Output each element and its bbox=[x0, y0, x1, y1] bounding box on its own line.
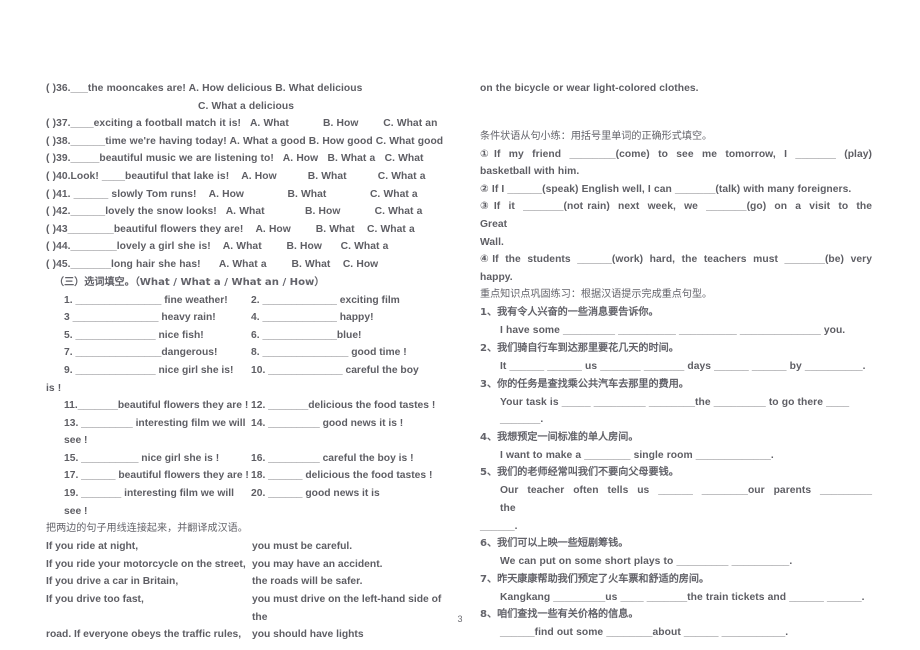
conditional-item-3-line1: ③ If it _______(not rain) next week, we … bbox=[480, 198, 872, 233]
fill-blank-item-10: 10. _____________ careful the boy bbox=[251, 364, 419, 376]
matching-right-5: you should have lights bbox=[252, 629, 364, 641]
two-column-layout: ( )36.___the mooncakes are! A. How delic… bbox=[46, 80, 880, 644]
fill-blank-row: 19. _______ interesting film we will see… bbox=[46, 485, 446, 520]
fill-blank-item-16: 16. _________ careful the boy is ! bbox=[251, 452, 414, 464]
fill-blank-item-12: 12. _______delicious the food tastes ! bbox=[251, 400, 436, 412]
fill-blank-item-18: 18. ______ delicious the food tastes ! bbox=[251, 470, 433, 482]
fill-blank-item-6: 6. _____________blue! bbox=[251, 329, 362, 341]
matching-row: If you ride your motorcycle on the stree… bbox=[46, 556, 446, 574]
fill-blank-item-17: 17. ______ beautiful flowers they are ! bbox=[64, 470, 249, 482]
translation-item-5-english: Our teacher often tells us ______ ______… bbox=[500, 485, 879, 514]
mc-question-38: ( )38.______time we're having today! A. … bbox=[46, 135, 444, 147]
carryover-sentence: on the bicycle or wear light-colored clo… bbox=[480, 83, 699, 94]
worksheet-page: ( )36.___the mooncakes are! A. How delic… bbox=[0, 0, 920, 650]
fill-blank-row: 3 _______________ heavy rain! 4. _______… bbox=[46, 309, 446, 327]
fill-blank-item-9: 9. ______________ nice girl she is! bbox=[64, 364, 234, 376]
fill-blank-item-4: 4. _____________ happy! bbox=[251, 312, 374, 324]
mc-question-40: ( )40.Look! ____beautiful that lake is! … bbox=[46, 170, 426, 182]
matching-left-1: If you ride at night, bbox=[46, 541, 139, 553]
fill-blank-item-5: 5. ______________ nice fish! bbox=[64, 329, 204, 341]
matching-right-3: the roads will be safer. bbox=[252, 576, 363, 588]
fill-blank-item-10-wrap: is ! bbox=[46, 382, 62, 394]
conditional-item-1-text: If my friend ________(come) to see me to… bbox=[494, 148, 872, 160]
fill-blank-row: 9. ______________ nice girl she is! 10. … bbox=[46, 362, 446, 380]
mc-question-41: ( )41. ______ slowly Tom runs! A. How B.… bbox=[46, 188, 418, 200]
mc-question-43: ( )43________beautiful flowers they are!… bbox=[46, 223, 415, 235]
fill-blank-item-8: 8. _______________ good time ! bbox=[251, 347, 407, 359]
fill-blank-row: 1. _______________ fine weather! 2. ____… bbox=[46, 292, 446, 310]
conditional-item-3-marker: ③ bbox=[480, 201, 490, 213]
translation-item-4-english: I want to make a ________ single room __… bbox=[500, 449, 774, 461]
translation-item-2-english: It ______ ______ us _______ _______ days… bbox=[500, 360, 866, 372]
translation-exercise-heading: 重点知识点巩固练习：根据汉语提示完成重点句型。 bbox=[480, 289, 713, 301]
translation-item-5-english-wrap: ______. bbox=[480, 520, 518, 532]
matching-row: If you ride at night, you must be carefu… bbox=[46, 538, 446, 556]
translation-item-7-english: Kangkang _________us ____ _______the tra… bbox=[500, 591, 865, 603]
fill-blank-row: 7. _______________dangerous! 8. ________… bbox=[46, 344, 446, 362]
translation-item-4-chinese: 4、我想预定一间标准的单人房间。 bbox=[480, 431, 639, 443]
fill-blank-item-13: 13. _________ interesting film we will s… bbox=[64, 417, 246, 447]
conditional-item-1-marker: ① bbox=[480, 148, 490, 160]
conditional-item-1-line2: basketball with him. bbox=[480, 166, 580, 178]
fill-blank-item-20: 20. ______ good news it is bbox=[251, 488, 380, 500]
conditional-item-4-line2: happy. bbox=[480, 271, 513, 283]
fill-blank-item-2: 2. _____________ exciting film bbox=[251, 294, 400, 306]
mc-question-36: ( )36.___the mooncakes are! A. How delic… bbox=[46, 83, 363, 94]
mc-question-37: ( )37.____exciting a football match it i… bbox=[46, 118, 438, 130]
fill-blank-item-14: 14. _________ good news it is ! bbox=[251, 417, 404, 429]
fill-blank-item-7: 7. _______________dangerous! bbox=[64, 347, 218, 359]
fill-blank-item-3: 3 _______________ heavy rain! bbox=[64, 312, 216, 324]
matching-left-3: If you drive a car in Britain, bbox=[46, 576, 179, 588]
conditional-item-1-line1: ① If my friend ________(come) to see me … bbox=[480, 146, 872, 164]
fill-blank-row: 5. ______________ nice fish! 6. ________… bbox=[46, 327, 446, 345]
translation-item-1-chinese: 1、我有令人兴奋的一些消息要告诉你。 bbox=[480, 307, 659, 319]
fill-blank-row: 13. _________ interesting film we will s… bbox=[46, 415, 446, 450]
fill-blank-item-19: 19. _______ interesting film we will see… bbox=[64, 488, 234, 517]
right-column: on the bicycle or wear light-colored clo… bbox=[472, 80, 872, 642]
translation-item-6-chinese: 6、我们可以上映一些短剧筹钱。 bbox=[480, 538, 629, 550]
translation-item-6-english: We can put on some short plays to ______… bbox=[500, 556, 793, 568]
fill-blank-item-11: 11._______beautiful flowers they are ! bbox=[64, 400, 249, 412]
conditional-item-3-text: If it _______(not rain) next week, we __… bbox=[480, 201, 879, 230]
fill-blank-row: 17. ______ beautiful flowers they are ! … bbox=[46, 467, 446, 485]
conditional-item-4-line1: ④ If the students ______(work) hard, the… bbox=[480, 251, 872, 269]
matching-heading: 把两边的句子用线连接起来，并翻译成汉语。 bbox=[46, 523, 248, 535]
translation-item-3-english: Your task is _____ _________ ________the… bbox=[500, 396, 853, 426]
conditional-item-4-text: If the students ______(work) hard, the t… bbox=[492, 254, 872, 266]
section-three-heading: （三）选词填空。（What / What a / What an / How） bbox=[54, 276, 325, 288]
matching-left-2: If you ride your motorcycle on the stree… bbox=[46, 558, 246, 570]
conditional-item-3-line2: Wall. bbox=[480, 236, 504, 248]
mc-question-36-continuation: C. What a delicious bbox=[198, 100, 294, 112]
translation-item-8-english: ______find out some ________about ______… bbox=[500, 627, 789, 639]
conditional-item-4-marker: ④ bbox=[480, 254, 489, 266]
translation-item-7-chinese: 7、昨天康康帮助我们预定了火车票和舒适的房间。 bbox=[480, 573, 710, 585]
page-number: 3 bbox=[457, 614, 463, 624]
matching-row: road. If everyone obeys the traffic rule… bbox=[46, 626, 446, 644]
left-column: ( )36.___the mooncakes are! A. How delic… bbox=[46, 80, 446, 644]
conditional-item-2-marker: ② bbox=[480, 183, 489, 195]
mc-question-45: ( )45._______long hair she has! A. What … bbox=[46, 258, 379, 270]
mc-question-39: ( )39._____beautiful music we are listen… bbox=[46, 153, 424, 165]
translation-item-2-chinese: 2、我们骑自行车到达那里要花几天的时间。 bbox=[480, 342, 679, 354]
conditional-item-2-line1: ② If I ______(speak) English well, I can… bbox=[480, 181, 872, 199]
mc-question-42: ( )42.______lovely the snow looks! A. Wh… bbox=[46, 206, 423, 218]
fill-blank-item-15: 15. __________ nice girl she is ! bbox=[64, 452, 220, 464]
translation-item-5-chinese: 5、我们的老师经常叫我们不要向父母要钱。 bbox=[480, 467, 679, 479]
matching-left-5: road. If everyone obeys the traffic rule… bbox=[46, 629, 242, 641]
conditional-item-2-text: If I ______(speak) English well, I can _… bbox=[491, 183, 852, 195]
matching-row: If you drive a car in Britain, the roads… bbox=[46, 573, 446, 591]
fill-blank-item-1: 1. _______________ fine weather! bbox=[64, 294, 228, 306]
conditional-clause-heading: 条件状语从句小练：用括号里单词的正确形式填空。 bbox=[480, 130, 713, 142]
translation-item-1-english: I have some _________ __________ _______… bbox=[500, 325, 846, 337]
mc-question-44: ( )44.________lovely a girl she is! A. W… bbox=[46, 241, 389, 253]
fill-blank-row: 11._______beautiful flowers they are ! 1… bbox=[46, 397, 446, 415]
matching-right-2: you may have an accident. bbox=[252, 558, 383, 570]
matching-right-1: you must be careful. bbox=[252, 541, 353, 553]
fill-blank-row: 15. __________ nice girl she is ! 16. __… bbox=[46, 450, 446, 468]
translation-item-3-chinese: 3、你的任务是查找乘公共汽车去那里的费用。 bbox=[480, 378, 689, 390]
